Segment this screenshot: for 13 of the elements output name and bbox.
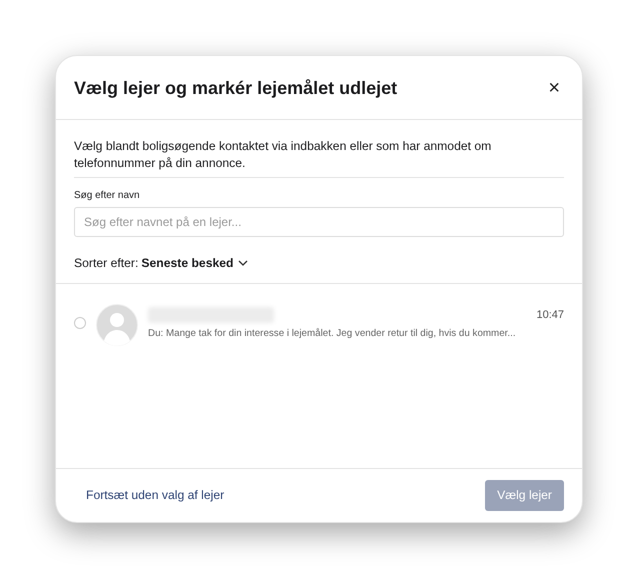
intro-text: Vælg blandt boligsøgende kontaktet via indbakken eller som har anmodet om telefonnummer på din annonce. bbox=[74, 138, 564, 178]
avatar-icon bbox=[96, 304, 138, 346]
radio-button[interactable] bbox=[74, 317, 86, 330]
sort-label: Sorter efter: bbox=[74, 255, 138, 272]
skip-link[interactable]: Fortsæt uden valg af lejer bbox=[86, 486, 224, 505]
caret-icon bbox=[238, 260, 248, 266]
message-time: 10:47 bbox=[536, 308, 564, 324]
sort-dropdown[interactable]: Seneste besked bbox=[141, 254, 248, 272]
message-preview: Du: Mange tak for din interesse i lejemålet. Jeg vender retur til dig, hvis du kommer... bbox=[148, 326, 517, 341]
search-field[interactable]: Søg efter navnet på en lejer... bbox=[74, 207, 564, 237]
close-button[interactable]: × bbox=[544, 76, 564, 100]
search-label: Søg efter navn bbox=[74, 189, 141, 203]
dialog-title: Vælg lejer og markér lejemålet udlejet bbox=[74, 78, 398, 100]
